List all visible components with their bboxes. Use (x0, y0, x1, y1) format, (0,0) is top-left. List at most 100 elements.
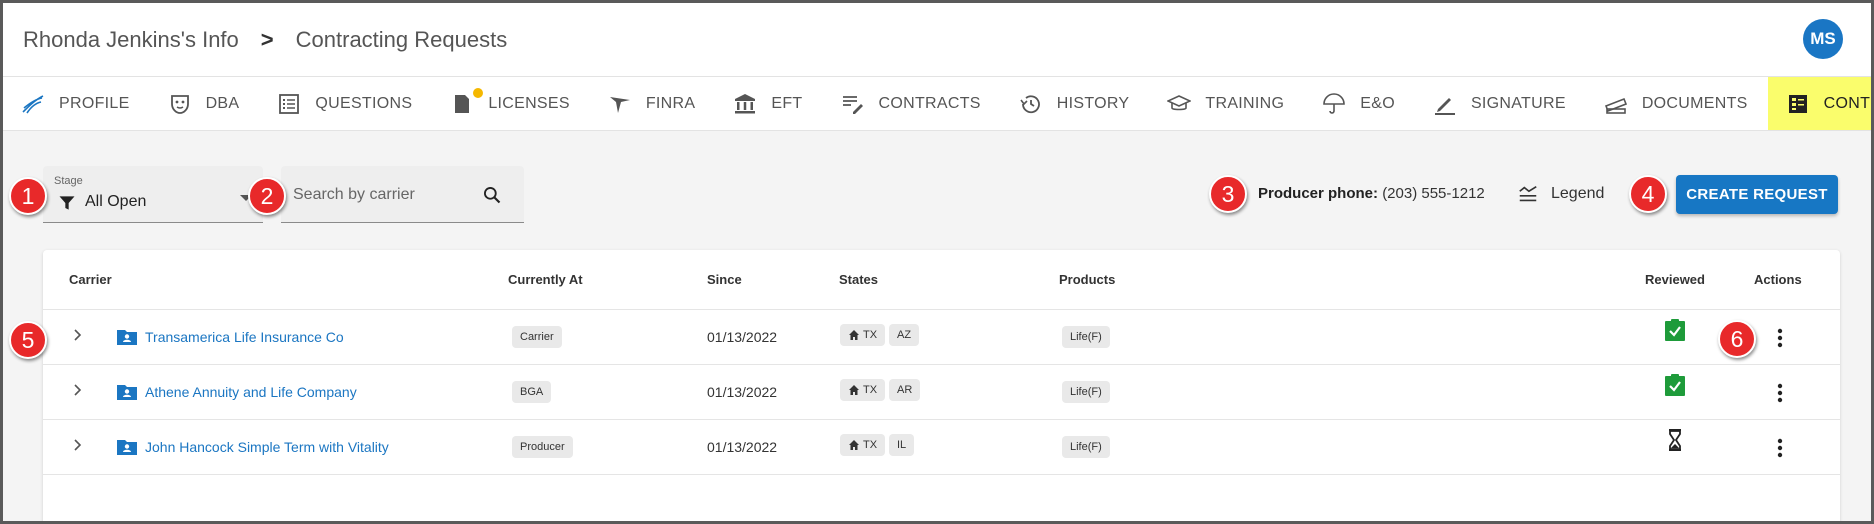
list-icon (279, 93, 300, 114)
breadcrumb-current: Contracting Requests (295, 26, 508, 52)
tab-finra[interactable]: FINRA (590, 77, 716, 130)
umbrella-icon (1323, 92, 1346, 114)
edit-note-icon (843, 95, 864, 114)
breadcrumb-separator: > (260, 26, 274, 52)
carrier-link[interactable]: John Hancock Simple Term with Vitality (145, 439, 389, 455)
tab-questions[interactable]: QUESTIONS (259, 77, 432, 130)
producer-phone-label: Producer phone: (1258, 185, 1379, 202)
tab-label: QUESTIONS (315, 94, 413, 112)
school-icon (1167, 94, 1192, 110)
callout-3: 3 (1209, 175, 1247, 213)
table-row: Transamerica Life Insurance Co Carrier 0… (43, 310, 1840, 365)
table-row: John Hancock Simple Term with Vitality P… (43, 420, 1840, 475)
create-request-button[interactable]: CREATE REQUEST (1676, 175, 1838, 214)
callout-1: 1 (9, 177, 47, 215)
chevron-right-icon[interactable] (69, 381, 87, 399)
header-carrier[interactable]: Carrier (69, 272, 112, 287)
pen-icon (1434, 97, 1455, 115)
header-reviewed[interactable]: Reviewed (1645, 272, 1705, 287)
producer-phone: Producer phone: (203) 555-1212 (1258, 185, 1485, 202)
chevron-right-icon[interactable] (69, 436, 87, 454)
header-states[interactable]: States (839, 272, 878, 287)
stage-value: All Open (85, 193, 147, 210)
tab-profile[interactable]: PROFILE (3, 77, 150, 130)
home-icon (849, 440, 859, 450)
tab-documents[interactable]: DOCUMENTS (1586, 77, 1768, 130)
carrier-link[interactable]: Athene Annuity and Life Company (145, 384, 357, 400)
state-chip: AR (889, 379, 921, 401)
tab-label: HISTORY (1056, 94, 1130, 112)
currently-at-chip: Carrier (512, 326, 562, 348)
tab-signature[interactable]: SIGNATURE (1415, 77, 1586, 130)
tab-contracting-requests[interactable]: CONTRACTING REQUESTS (1767, 77, 1871, 130)
tab-label: LICENSES (488, 94, 570, 112)
home-state-label: TX (863, 439, 878, 451)
tab-label: SIGNATURE (1470, 94, 1566, 112)
folder-shared-icon (117, 440, 137, 455)
producer-phone-value: (203) 555-1212 (1382, 185, 1485, 202)
avatar[interactable]: MS (1803, 19, 1843, 59)
callout-6: 6 (1718, 320, 1756, 358)
license-badge-dot (472, 87, 485, 99)
home-icon (849, 330, 859, 340)
currently-at-chip: BGA (512, 381, 552, 403)
tab-label: DOCUMENTS (1641, 94, 1748, 112)
reviewed-check-icon (1665, 374, 1685, 396)
app-window: Rhonda Jenkins's Info > Contracting Requ… (0, 0, 1874, 524)
search-icon[interactable] (482, 185, 502, 205)
tab-licenses[interactable]: LICENSES (432, 77, 590, 130)
more-vert-icon[interactable] (1768, 381, 1792, 405)
legend-label: Legend (1551, 185, 1605, 202)
tab-dba[interactable]: DBA (150, 77, 260, 130)
tab-history[interactable]: HISTORY (1001, 77, 1150, 130)
stage-select[interactable]: Stage All Open (43, 166, 263, 223)
folder-shared-icon (117, 385, 137, 400)
tab-label: CONTRACTS (878, 94, 981, 112)
home-icon (849, 385, 859, 395)
since-date: 01/13/2022 (707, 329, 778, 345)
header-currently-at[interactable]: Currently At (508, 272, 583, 287)
chevron-right-icon[interactable] (69, 326, 87, 344)
product-chip: Life(F) (1062, 326, 1110, 348)
legend-button[interactable]: Legend (1517, 181, 1604, 207)
callout-4: 4 (1629, 175, 1667, 213)
reviewed-check-icon (1665, 319, 1685, 341)
history-icon (1020, 94, 1040, 113)
currently-at-chip: Producer (512, 436, 573, 458)
more-vert-icon[interactable] (1768, 436, 1792, 460)
callout-5: 5 (9, 321, 47, 359)
home-state-label: TX (863, 384, 878, 396)
hourglass-icon (1669, 429, 1681, 451)
product-chip: Life(F) (1062, 381, 1110, 403)
header-since[interactable]: Since (707, 272, 742, 287)
tab-label: PROFILE (59, 94, 130, 112)
table-row: Athene Annuity and Life Company BGA 01/1… (43, 365, 1840, 420)
tab-label: FINRA (645, 94, 696, 112)
carrier-search (281, 166, 524, 223)
documents-icon (1604, 97, 1627, 114)
product-chip: Life(F) (1062, 436, 1110, 458)
table-header: Carrier Currently At Since States Produc… (43, 250, 1840, 310)
callout-2: 2 (248, 177, 286, 215)
legend-icon (1519, 185, 1537, 202)
tab-eft[interactable]: EFT (715, 77, 822, 130)
breadcrumb-parent[interactable]: Rhonda Jenkins's Info (23, 27, 239, 53)
stage-label: Stage (54, 175, 83, 187)
tab-training[interactable]: TRAINING (1149, 77, 1304, 130)
more-vert-icon[interactable] (1768, 326, 1792, 350)
profile-icon (22, 94, 44, 113)
carrier-link[interactable]: Transamerica Life Insurance Co (145, 329, 344, 345)
tab-bar: PROFILE DBA QUESTIONS LICENSES FINRA EFT… (3, 77, 1871, 131)
tab-eo[interactable]: E&O (1304, 77, 1415, 130)
bank-icon (735, 93, 756, 113)
header-products[interactable]: Products (1059, 272, 1115, 287)
home-state-label: TX (863, 329, 878, 341)
tab-contracts[interactable]: CONTRACTS (822, 77, 1000, 130)
state-chip: IL (889, 434, 915, 456)
carrier-search-input[interactable] (293, 183, 473, 207)
tab-label: E&O (1360, 94, 1395, 112)
since-date: 01/13/2022 (707, 384, 778, 400)
filter-icon (59, 196, 75, 210)
since-date: 01/13/2022 (707, 439, 778, 455)
license-icon (455, 94, 470, 113)
